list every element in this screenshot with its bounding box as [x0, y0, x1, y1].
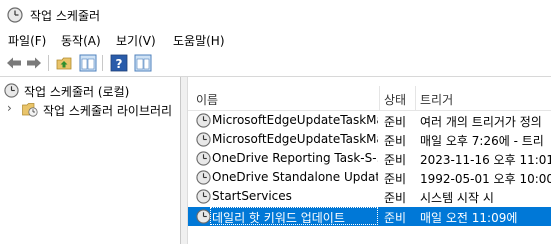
- toolbar: ?: [0, 50, 551, 77]
- menu-action[interactable]: 동작(A): [61, 32, 101, 49]
- column-header-trigger[interactable]: 트리거: [420, 91, 453, 108]
- show-hide-action-pane-icon[interactable]: [134, 54, 152, 72]
- task-trigger: 1992-05-01 오후 10:00: [420, 172, 551, 186]
- folder-clock-icon: [22, 103, 38, 117]
- task-name: OneDrive Standalone Updat...: [212, 170, 378, 184]
- clock-icon: [4, 83, 19, 98]
- task-name: 데일리 핫 키워드 업데이트: [212, 211, 345, 225]
- task-name: MicrosoftEdgeUpdateTaskMa...: [212, 113, 378, 127]
- task-clock-icon: [196, 170, 211, 185]
- task-row-selected[interactable]: 데일리 핫 키워드 업데이트 준비 매일 오전 11:09에: [188, 207, 551, 226]
- back-arrow-icon[interactable]: [5, 54, 23, 72]
- menu-view[interactable]: 보기(V): [116, 32, 156, 49]
- up-folder-icon[interactable]: [55, 54, 73, 72]
- task-status: 준비: [384, 134, 407, 148]
- task-trigger: 매일 오전 11:09에: [420, 211, 518, 225]
- task-clock-icon: [196, 132, 211, 147]
- task-name: StartServices: [212, 189, 292, 203]
- forward-arrow-icon[interactable]: [25, 54, 43, 72]
- svg-text:?: ?: [116, 57, 123, 71]
- task-trigger: 시스템 시작 시: [420, 191, 494, 205]
- help-icon[interactable]: ?: [110, 54, 128, 72]
- title-bar: 작업 스케줄러: [0, 0, 551, 30]
- menu-help[interactable]: 도움말(H): [173, 32, 225, 49]
- tree-root-label: 작업 스케줄러 (로컬): [24, 85, 130, 99]
- menu-file[interactable]: 파일(F): [8, 32, 46, 49]
- tree-item-library[interactable]: › 작업 스케줄러 라이브러리: [0, 100, 180, 119]
- column-divider[interactable]: [379, 86, 380, 110]
- task-clock-icon: [196, 113, 211, 128]
- task-status: 준비: [384, 211, 407, 225]
- task-clock-icon: [196, 189, 211, 204]
- column-header-status[interactable]: 상태: [384, 91, 406, 108]
- window-title: 작업 스케줄러: [30, 9, 101, 23]
- list-header: 이름 상태 트리거: [188, 86, 551, 111]
- task-name: OneDrive Reporting Task-S-...: [212, 151, 378, 165]
- task-clock-icon: [196, 209, 211, 224]
- chevron-right-icon[interactable]: ›: [7, 101, 12, 115]
- menu-bar: 파일(F) 동작(A) 보기(V) 도움말(H): [0, 30, 551, 50]
- show-hide-pane-icon[interactable]: [79, 54, 97, 72]
- task-row[interactable]: MicrosoftEdgeUpdateTaskMa... 준비 매일 오후 7:…: [188, 130, 551, 149]
- task-row[interactable]: OneDrive Reporting Task-S-... 준비 2023-11…: [188, 149, 551, 168]
- task-name: MicrosoftEdgeUpdateTaskMa...: [212, 132, 378, 146]
- task-list-pane: 이름 상태 트리거 MicrosoftEdgeUpdateTaskMa... 준…: [187, 77, 551, 244]
- task-status: 준비: [384, 115, 407, 129]
- column-header-name[interactable]: 이름: [196, 91, 218, 108]
- tree-library-label: 작업 스케줄러 라이브러리: [43, 104, 173, 118]
- toolbar-separator: [102, 55, 103, 71]
- tree-item-root[interactable]: 작업 스케줄러 (로컬): [0, 81, 180, 100]
- tree-pane: 작업 스케줄러 (로컬) › 작업 스케줄러 라이브러리: [0, 77, 181, 244]
- task-trigger: 여러 개의 트리거가 정의: [420, 115, 542, 129]
- task-status: 준비: [384, 191, 407, 205]
- toolbar-separator: [48, 55, 49, 71]
- task-row[interactable]: MicrosoftEdgeUpdateTaskMa... 준비 여러 개의 트리…: [188, 111, 551, 130]
- task-status: 준비: [384, 172, 407, 186]
- task-status: 준비: [384, 153, 407, 167]
- task-trigger: 2023-11-16 오후 11:01: [420, 153, 551, 167]
- task-row[interactable]: StartServices 준비 시스템 시작 시: [188, 187, 551, 206]
- clock-icon: [7, 7, 23, 23]
- task-row[interactable]: OneDrive Standalone Updat... 준비 1992-05-…: [188, 168, 551, 187]
- task-clock-icon: [196, 151, 211, 166]
- task-trigger: 매일 오후 7:26에 - 트리: [420, 134, 544, 148]
- column-divider[interactable]: [415, 86, 416, 110]
